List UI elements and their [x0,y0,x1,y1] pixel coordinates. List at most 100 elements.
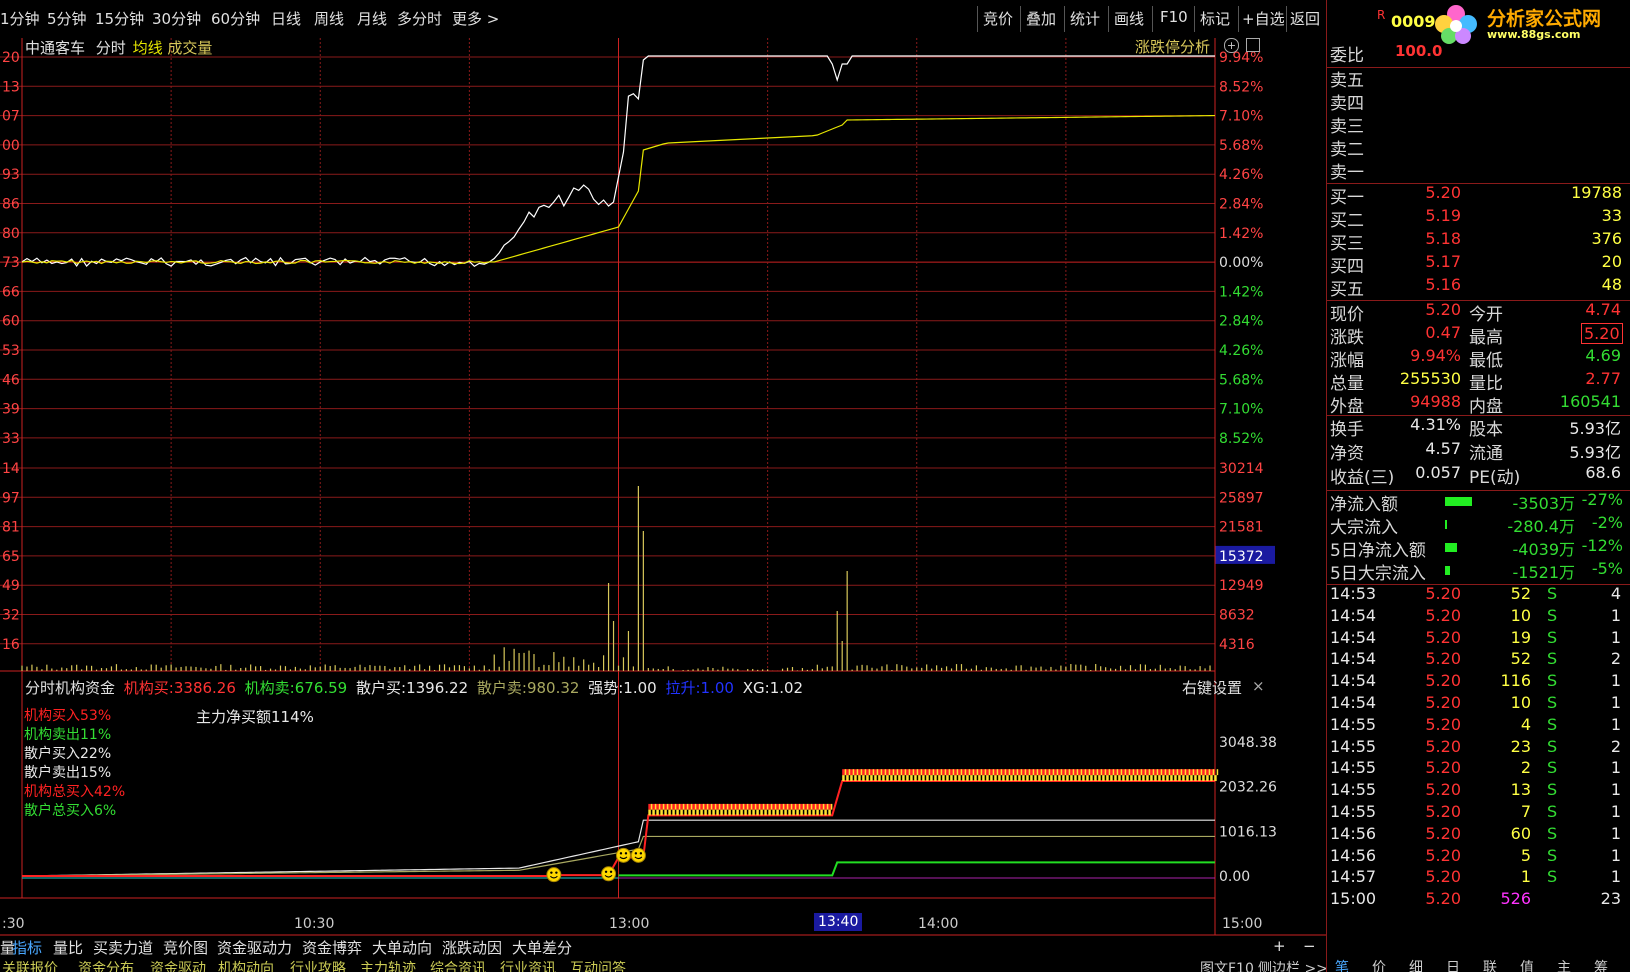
price-tick-label: 13 [2,79,20,95]
bull-bar-1-stripe [748,809,751,816]
tab-institution-trend[interactable]: 机构动向 [218,958,274,972]
bull-bar-2-stripe [1202,775,1205,782]
f10-button[interactable]: F10 [1160,8,1188,26]
sidebar-toggle[interactable]: 侧边栏 >> [1258,958,1327,972]
tab-auction-chart[interactable]: 竞价图 [163,937,208,958]
strength-value: 1.00 [623,679,657,697]
price-tick-label: 93 [2,167,20,183]
period-5min[interactable]: 5分钟 [47,8,87,29]
right-click-settings[interactable]: 右键设置 [1182,677,1242,698]
tab-graphic-f10[interactable]: 图文F10 [1200,958,1254,972]
tab-fund-driving[interactable]: 资金驱动 [150,958,206,972]
vol-tick-label: 32 [2,608,20,624]
period-day[interactable]: 日线 [271,8,301,29]
tab-fund-distribution[interactable]: 资金分布 [78,958,134,972]
draw-button[interactable]: 画线 [1114,8,1144,29]
bull-bar-1-stripe [774,803,777,810]
panel-toggle-icon[interactable] [1246,38,1260,52]
tab-big-order-diff[interactable]: 大单差分 [512,937,572,958]
tab-big-order[interactable]: 大单动向 [372,937,432,958]
expand-icon[interactable]: + [1224,38,1239,53]
tick-price: 5.20 [1425,736,1461,756]
tick-time: 15:00 [1330,889,1377,909]
bull-bar-2-stripe [1032,769,1035,776]
pct-tick-label: 0.00% [1219,255,1263,271]
bull-bar-2-stripe [1176,769,1179,776]
bull-bar-2-stripe [946,775,949,782]
tab-qa[interactable]: 互动问答 [570,958,626,972]
bull-bar-2-stripe [1206,775,1209,782]
tab-fund-drive[interactable]: 资金驱动力 [217,937,292,958]
period-month[interactable]: 月线 [357,8,387,29]
bull-bar-1-stripe [680,809,683,816]
weibi-label: 委比 [1330,46,1364,66]
mark-button[interactable]: 标记 [1200,8,1230,29]
bull-bar-2-stripe [1112,769,1115,776]
bull-bar-1-stripe [826,803,829,810]
period-week[interactable]: 周线 [314,8,344,29]
bull-bar-2-stripe [940,769,943,776]
bull-bar-2-stripe [892,769,895,776]
period-15min[interactable]: 15分钟 [95,8,144,29]
period-30min[interactable]: 30分钟 [152,8,201,29]
mode-label[interactable]: 分时 [96,39,126,57]
smiley-eye [604,870,608,874]
bull-bar-1-stripe [816,809,819,816]
bull-bar-2-stripe [1092,769,1095,776]
period-1min[interactable]: 1分钟 [0,8,40,29]
tab-industry-news[interactable]: 行业资讯 [500,958,556,972]
sell5-label: 卖五 [1330,71,1364,91]
tab-volume-ratio[interactable]: 量比 [53,937,83,958]
quote-tab[interactable]: 筹 [1594,957,1608,972]
quote-tab[interactable]: 日 [1446,957,1460,972]
quote-tab[interactable]: 值 [1520,957,1534,972]
auction-button[interactable]: 竞价 [983,8,1013,29]
period-multi[interactable]: 多分时 [397,8,442,29]
flow-value: -4039万 [1512,540,1576,559]
bull-bar-2-stripe [1144,769,1147,776]
quote-tab[interactable]: 主 [1557,957,1571,972]
period-more[interactable]: 更多 > [452,8,499,29]
quote-tab[interactable]: 联 [1483,957,1497,972]
bull-bar-2-stripe [1060,769,1063,776]
quote-tab[interactable]: 价 [1372,957,1386,972]
vol-tick-label: 30214 [1219,461,1264,477]
zoom-in-button[interactable]: + [1273,937,1286,955]
tick-price: 5.20 [1425,671,1461,691]
bull-bar-2-stripe [920,769,923,776]
bull-bar-1-stripe [718,803,721,810]
add-watchlist-button[interactable]: +自选 [1242,8,1285,29]
stats-button[interactable]: 统计 [1070,8,1100,29]
close-icon[interactable]: × [1252,677,1265,695]
bull-bar-2-stripe [1184,769,1187,776]
period-60min[interactable]: 60分钟 [211,8,260,29]
tab-general-news[interactable]: 综合资讯 [430,958,486,972]
buy-level-label: 买三 [1330,234,1364,254]
overlay-button[interactable]: 叠加 [1026,8,1056,29]
tab-limit-cause[interactable]: 涨跌动因 [442,937,502,958]
zoom-out-button[interactable]: − [1303,937,1316,955]
pct-tick-label: 8.52% [1219,431,1263,447]
smiley-face [615,847,631,863]
tab-indicator[interactable]: 指标 [12,937,42,958]
price-tick-label: 66 [2,284,20,300]
flow-bar [1445,520,1447,529]
bull-bar-2-stripe [972,769,975,776]
tab-buy-sell-force[interactable]: 买卖力道 [93,937,153,958]
tab-related-quote[interactable]: 关联报价 [2,958,58,972]
tab-main-trace[interactable]: 主力轨迹 [360,958,416,972]
bull-bar-2-stripe [1178,775,1181,782]
bull-bar-2-stripe [850,775,853,782]
tab-fund-game[interactable]: 资金博弈 [302,937,362,958]
bull-bar-2-stripe [1036,769,1039,776]
limit-analysis-link[interactable]: 涨跌停分析 [1135,36,1210,57]
back-button[interactable]: 返回 [1290,8,1320,29]
stat-label: 涨跌 [1330,328,1364,348]
tab-industry-guide[interactable]: 行业攻略 [290,958,346,972]
smiley-face [546,867,562,883]
tick-side: S [1547,845,1558,865]
quote-tab[interactable]: 笔 [1335,957,1349,972]
avg-line-label: 均线 [132,39,163,57]
indicator-tick-label: 0.00 [1219,869,1250,885]
quote-tab[interactable]: 细 [1409,957,1423,972]
